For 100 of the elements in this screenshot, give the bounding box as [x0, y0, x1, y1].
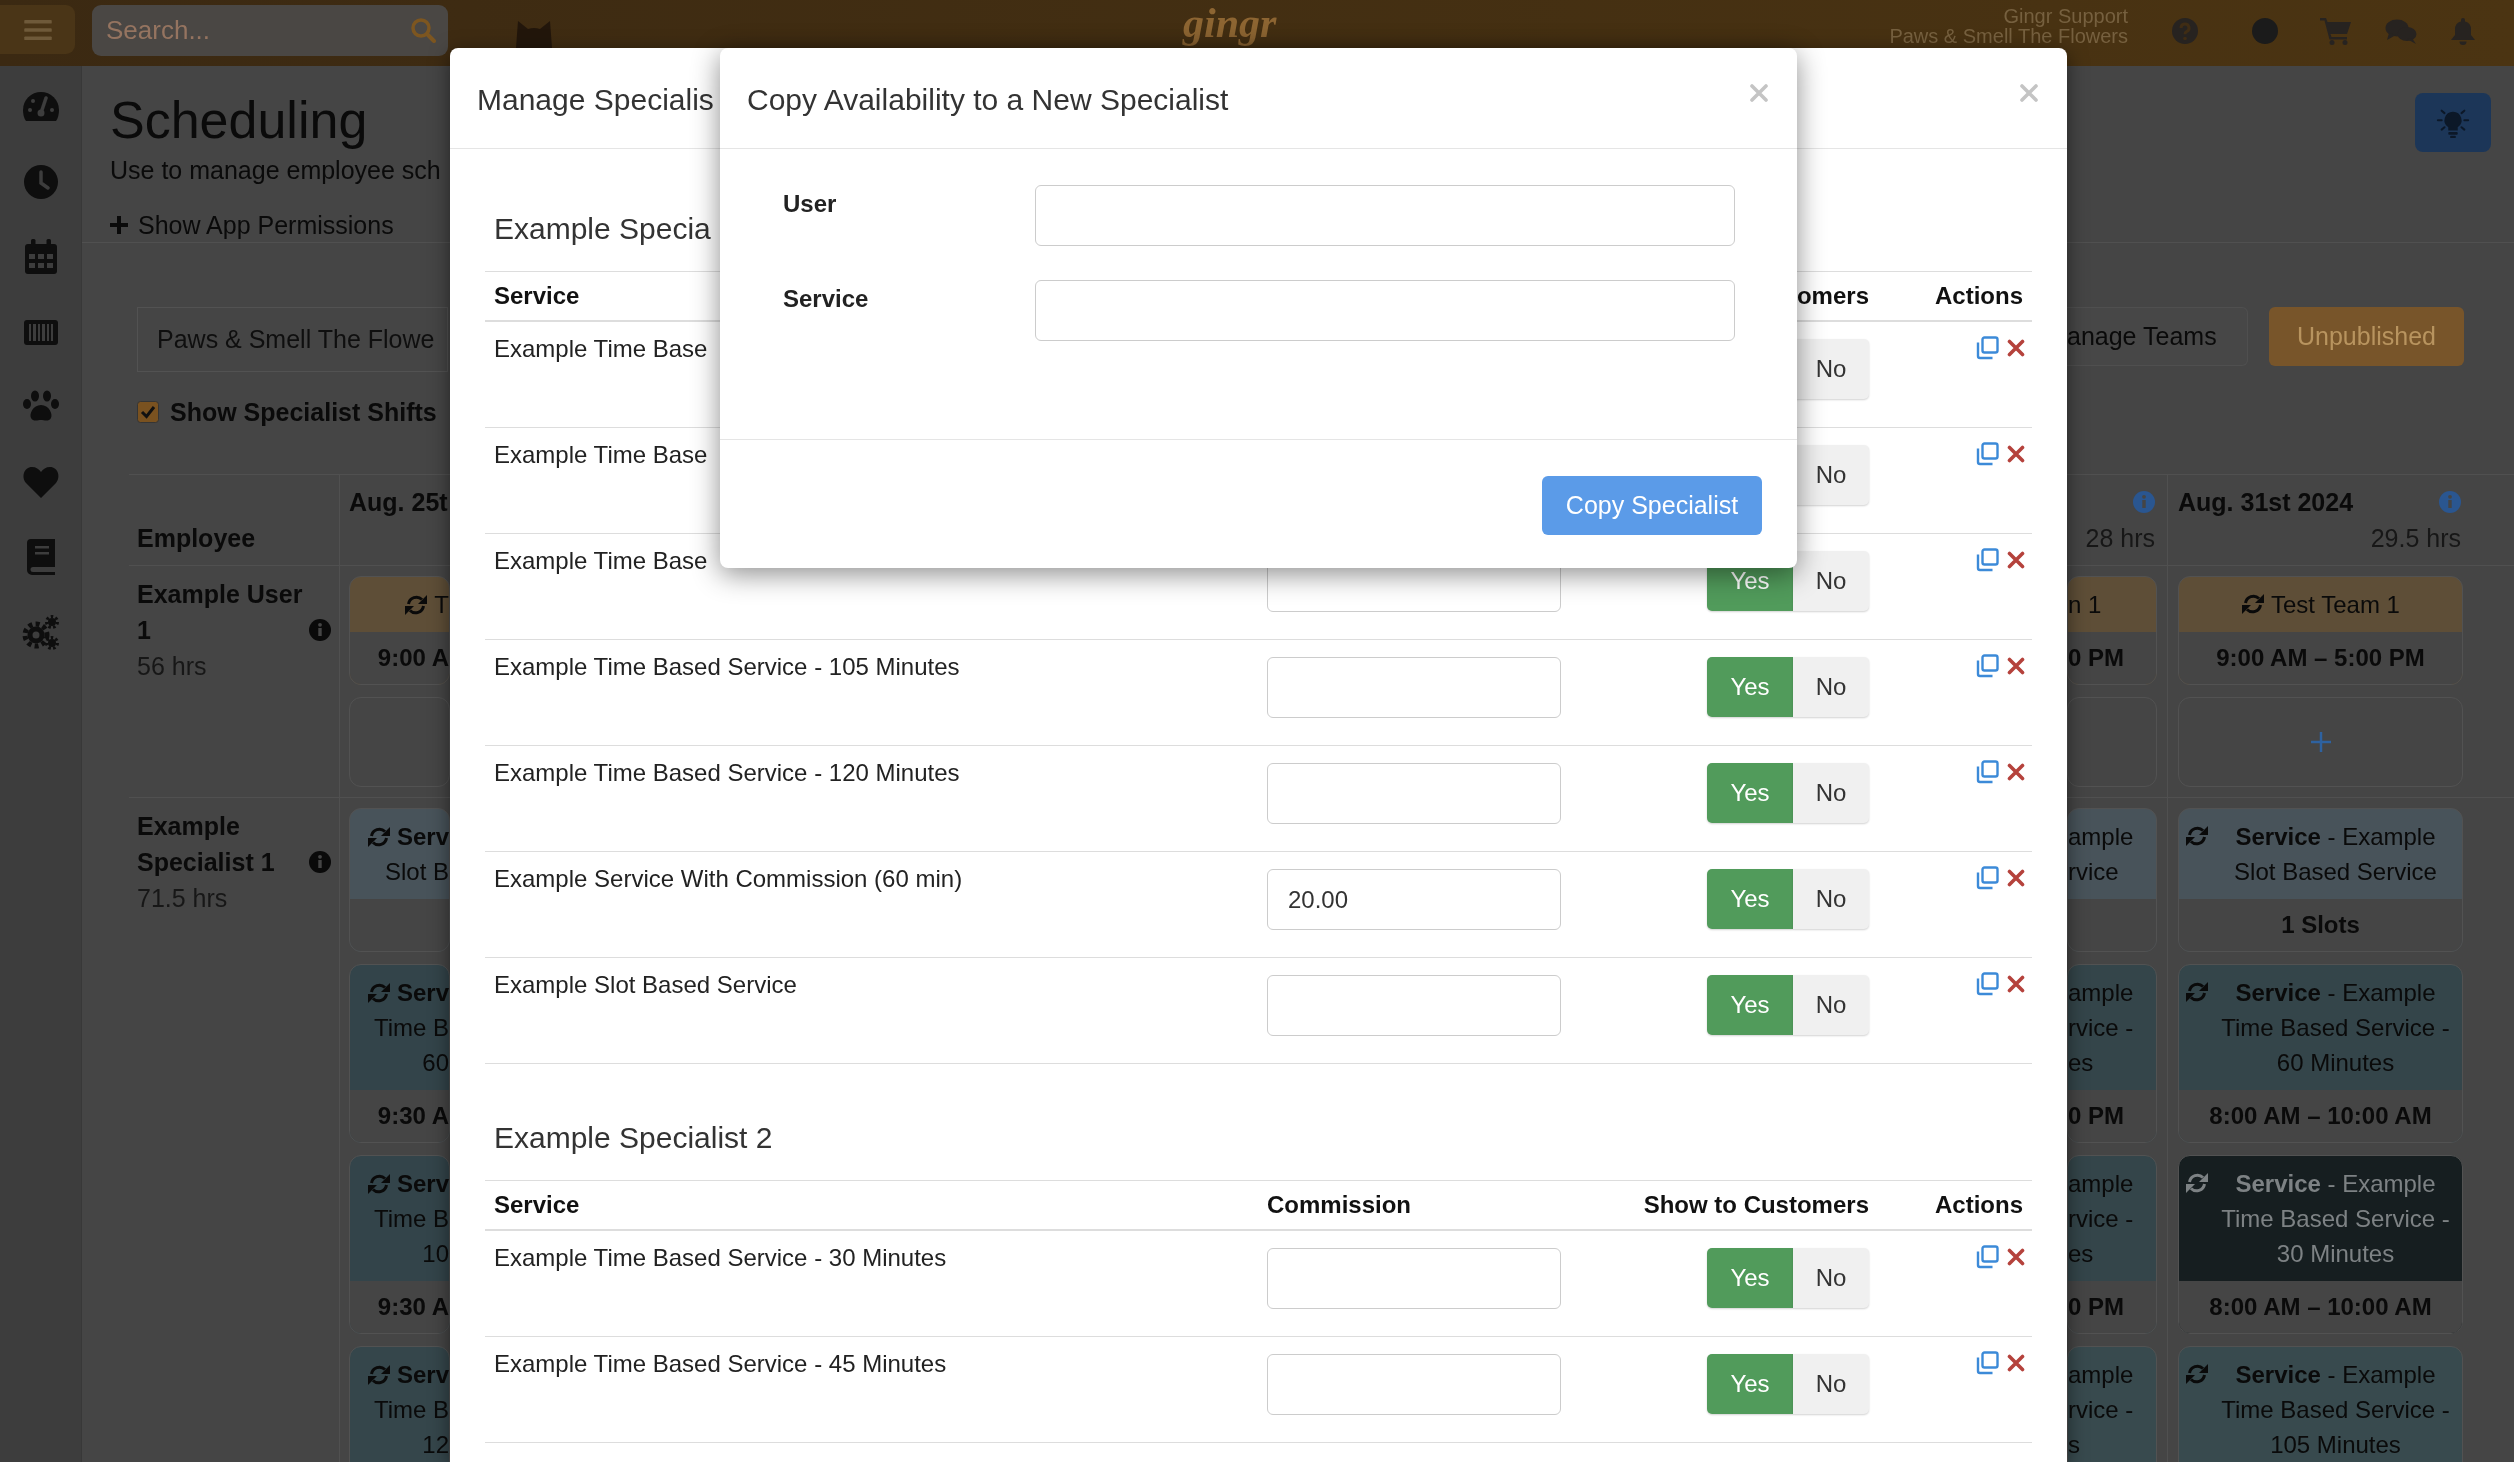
- search-icon[interactable]: [410, 17, 436, 43]
- service-shift-card[interactable]: Service - Example Time Based Service - 60 Minutes 8:00 AM – 10:00 AM: [2178, 964, 2463, 1143]
- toggle-option[interactable]: No: [1793, 551, 1869, 611]
- close-icon[interactable]: [1750, 84, 1768, 102]
- manage-teams-button[interactable]: anage Teams: [2067, 307, 2248, 366]
- field-label: User: [783, 189, 838, 219]
- card-title: Time B: [373, 1014, 449, 1041]
- bell-icon[interactable]: [2450, 17, 2476, 45]
- team-shift-card[interactable]: n 1 0 PM: [2067, 576, 2157, 685]
- publish-status-button[interactable]: Unpublished: [2269, 307, 2464, 366]
- copy-icon[interactable]: [1975, 1245, 1999, 1269]
- cross-icon[interactable]: [2007, 551, 2025, 569]
- service-name: Example Service With Commission (60 min): [494, 865, 963, 892]
- team-shift-card[interactable]: T 9:00 A: [349, 576, 450, 685]
- cross-icon[interactable]: [2007, 975, 2025, 993]
- avatar-icon[interactable]: [2252, 18, 2278, 44]
- commission-input[interactable]: [1267, 1248, 1561, 1309]
- copy-icon[interactable]: [1975, 760, 1999, 784]
- card-title: 10: [422, 1240, 449, 1267]
- copy-icon[interactable]: [1975, 866, 1999, 890]
- cross-icon[interactable]: [2007, 763, 2025, 781]
- commission-input[interactable]: [1267, 975, 1561, 1036]
- plus-icon: [110, 216, 128, 234]
- plus-icon: [2310, 732, 2331, 752]
- service-name: Example Slot Based Service: [494, 971, 797, 998]
- input-field[interactable]: [1035, 280, 1735, 341]
- service-shift-card[interactable]: Serv Time B 10 9:30 A: [349, 1155, 450, 1334]
- copy-icon[interactable]: [1975, 654, 1999, 678]
- card-title: rvice: [2068, 858, 2119, 885]
- service-shift-card[interactable]: ample rvice - es 0 PM: [2067, 964, 2157, 1143]
- cross-icon[interactable]: [2007, 445, 2025, 463]
- card-title: rvice -: [2068, 1396, 2134, 1423]
- copy-icon[interactable]: [1975, 336, 1999, 360]
- cross-icon[interactable]: [2007, 1248, 2025, 1266]
- toggle-option[interactable]: No: [1793, 1354, 1869, 1414]
- service-shift-card[interactable]: ample rvice - s: [2067, 1346, 2157, 1462]
- toggle-option[interactable]: No: [1793, 1248, 1869, 1308]
- service-shift-card[interactable]: Service - Example Slot Based Service 1 Slots: [2178, 808, 2463, 952]
- toggle-option[interactable]: No: [1793, 763, 1869, 823]
- card-title: Serv: [396, 1170, 449, 1197]
- info-icon[interactable]: [2133, 491, 2155, 513]
- commission-input[interactable]: [1267, 763, 1561, 824]
- chat-icon[interactable]: [2385, 18, 2417, 45]
- service-shift-card[interactable]: Serv Time B 60 9:30 A: [349, 964, 450, 1143]
- permissions-link[interactable]: Show App Permissions: [110, 209, 394, 241]
- card-title: Service - Example Slot Based Service: [2233, 822, 2438, 887]
- service-shift-card[interactable]: Service - Example Time Based Service - 105 Minutes: [2178, 1346, 2463, 1462]
- copy-icon[interactable]: [1975, 442, 1999, 466]
- input-field[interactable]: [1035, 185, 1735, 246]
- column-header: Actions: [1935, 282, 2023, 309]
- toggle-option[interactable]: No: [1793, 869, 1869, 929]
- commission-input[interactable]: 20.00: [1267, 869, 1561, 930]
- close-icon[interactable]: [2020, 84, 2038, 102]
- field-label: Service: [783, 284, 870, 314]
- toggle-option[interactable]: Yes: [1707, 975, 1793, 1035]
- copy-specialist-button[interactable]: Copy Specialist: [1542, 476, 1762, 535]
- toggle-option[interactable]: No: [1793, 975, 1869, 1035]
- toggle-option[interactable]: Yes: [1707, 1248, 1793, 1308]
- cross-icon[interactable]: [2007, 339, 2025, 357]
- copy-icon[interactable]: [1975, 972, 1999, 996]
- info-icon[interactable]: [309, 619, 331, 641]
- copy-icon[interactable]: [1975, 1351, 1999, 1375]
- cross-icon[interactable]: [2007, 657, 2025, 675]
- gears-icon[interactable]: [20, 612, 61, 652]
- checkbox-label[interactable]: Show Specialist Shifts: [170, 397, 437, 427]
- cross-icon[interactable]: [2007, 1354, 2025, 1372]
- cross-icon[interactable]: [2007, 869, 2025, 887]
- team-shift-card[interactable]: Test Team 1 9:00 AM – 5:00 PM: [2178, 576, 2463, 685]
- add-shift-card[interactable]: [2178, 697, 2463, 787]
- commission-input[interactable]: [1267, 657, 1561, 718]
- shift-time: 0 PM: [2068, 1102, 2124, 1129]
- toggle-option[interactable]: Yes: [1707, 1354, 1793, 1414]
- menu-button[interactable]: [0, 5, 75, 54]
- card-title: es: [2068, 1240, 2094, 1267]
- toggle-option[interactable]: Yes: [1707, 763, 1793, 823]
- service-shift-card[interactable]: ample rvice - es 0 PM: [2067, 1155, 2157, 1334]
- toggle-option[interactable]: No: [1793, 657, 1869, 717]
- service-shift-card[interactable]: ample rvice: [2067, 808, 2157, 952]
- sync-icon: [366, 825, 391, 849]
- sync-icon: [404, 593, 429, 617]
- card-title: ample: [2068, 1361, 2134, 1388]
- service-shift-card[interactable]: Service - Example Time Based Service - 30 Minutes 8:00 AM – 10:00 AM: [2178, 1155, 2463, 1334]
- service-shift-card[interactable]: Serv Slot B: [349, 808, 450, 952]
- specialist-heading: Example Specialist 2: [494, 1120, 773, 1156]
- toggle-option[interactable]: Yes: [1707, 657, 1793, 717]
- info-icon[interactable]: [309, 851, 331, 873]
- commission-input[interactable]: [1267, 1354, 1561, 1415]
- copy-icon[interactable]: [1975, 548, 1999, 572]
- help-icon[interactable]: [2172, 18, 2198, 44]
- sync-icon: [2185, 1171, 2209, 1195]
- day-date: Aug. 31st 2024: [2178, 487, 2354, 518]
- toggle-option[interactable]: Yes: [1707, 869, 1793, 929]
- info-icon[interactable]: [2439, 491, 2461, 513]
- cart-icon[interactable]: [2320, 17, 2352, 45]
- service-shift-card[interactable]: Serv Time B 12: [349, 1346, 450, 1462]
- checkbox[interactable]: [137, 401, 159, 423]
- sync-icon: [366, 1363, 391, 1387]
- search-field[interactable]: Search...: [92, 5, 448, 56]
- lightbulb-button[interactable]: [2415, 93, 2491, 152]
- brand-logo[interactable]: gingr: [1183, 0, 1277, 48]
